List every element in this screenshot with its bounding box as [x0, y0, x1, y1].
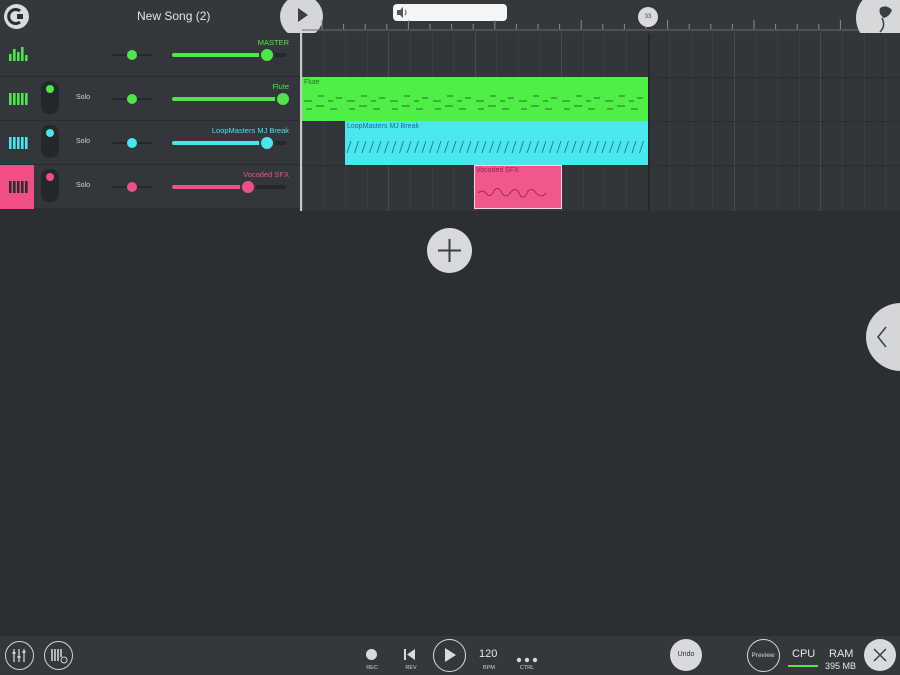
grid-line — [777, 33, 779, 211]
pan-slider[interactable] — [112, 50, 152, 60]
solo-button[interactable]: Solo — [76, 94, 90, 101]
grid-line — [842, 33, 843, 211]
solo-button[interactable]: Solo — [76, 182, 90, 189]
lane-divider — [302, 165, 900, 166]
clip-label: Vocoded SFX — [476, 167, 519, 174]
bottom-bar: REC REV 120 BPM CTRL Undo Preview CPU RA… — [0, 636, 900, 675]
grid-line — [669, 33, 671, 211]
pan-slider[interactable] — [112, 94, 152, 104]
pattern-clip[interactable]: Vocoded SFX — [474, 165, 562, 209]
top-bar: New Song (2) 33 — [0, 0, 900, 46]
volume-slider[interactable] — [172, 91, 291, 107]
track-instrument-icon[interactable] — [0, 165, 34, 209]
close-button[interactable] — [864, 639, 896, 671]
side-panel-toggle[interactable] — [866, 303, 900, 371]
mute-toggle[interactable] — [41, 169, 59, 202]
cpu-label: CPU — [792, 648, 816, 660]
mute-indicator — [46, 129, 54, 137]
song-title[interactable]: New Song (2) — [137, 9, 210, 23]
volume-slider[interactable] — [172, 47, 286, 63]
grid-line — [820, 33, 822, 211]
volume-knob[interactable] — [259, 135, 275, 151]
cpu-meter — [788, 665, 818, 667]
playhead[interactable] — [300, 33, 302, 211]
rec-label: REC — [366, 665, 378, 671]
ctrl-label: CTRL — [519, 665, 535, 671]
grid-line — [755, 33, 757, 211]
more-dots-icon[interactable] — [516, 651, 538, 663]
grid-line — [302, 33, 303, 211]
record-icon[interactable] — [366, 649, 377, 660]
fl-loop-icon[interactable] — [4, 4, 29, 29]
pan-slider[interactable] — [112, 138, 152, 148]
clip-label: Flute — [304, 79, 320, 86]
grid-line — [323, 33, 325, 211]
tempo-value[interactable]: 120 — [479, 648, 497, 660]
pan-knob[interactable] — [127, 94, 137, 104]
timeline-ruler[interactable] — [302, 18, 900, 33]
pan-knob[interactable] — [127, 50, 137, 60]
rewind-icon[interactable] — [403, 648, 417, 661]
volume-slider[interactable] — [172, 179, 286, 195]
mute-indicator — [46, 173, 54, 181]
grid-line — [712, 33, 714, 211]
track-header[interactable]: Solo Vocoded SFX — [0, 165, 300, 209]
solo-button[interactable]: Solo — [76, 138, 90, 145]
volume-fill — [172, 53, 267, 57]
pattern-clip[interactable]: Flute — [302, 77, 648, 121]
app-window: New Song (2) 33 MASTER Solo Flute Solo LoopM… — [0, 0, 900, 675]
plus-icon — [438, 239, 461, 262]
track-header[interactable]: Solo Flute — [0, 77, 300, 121]
preview-label: Preview — [751, 652, 775, 659]
track-instrument-icon[interactable] — [0, 121, 34, 165]
undo-label: Undo — [677, 651, 695, 658]
pan-slider[interactable] — [112, 182, 152, 192]
chevron-left-icon — [877, 326, 887, 348]
pattern-clip[interactable]: LoopMasters MJ Break — [345, 121, 648, 165]
song-position-marker[interactable]: 33 — [638, 7, 658, 27]
playlist-area[interactable]: Flute LoopMasters MJ Break Vocoded SFX — [302, 33, 900, 211]
volume-knob[interactable] — [240, 179, 256, 195]
track-name[interactable]: MASTER — [258, 38, 289, 47]
volume-slider[interactable] — [172, 135, 286, 151]
track-instrument-icon[interactable] — [0, 33, 34, 77]
mute-indicator — [46, 85, 54, 93]
add-track-button[interactable] — [427, 228, 472, 273]
volume-knob[interactable] — [259, 47, 275, 63]
grid-line — [863, 33, 865, 211]
rev-label: REV — [405, 665, 417, 671]
undo-button[interactable]: Undo — [670, 639, 702, 671]
close-icon — [873, 648, 887, 662]
track-name[interactable]: Vocoded SFX — [243, 170, 289, 179]
clip-label: LoopMasters MJ Break — [347, 123, 419, 130]
track-name[interactable]: LoopMasters MJ Break — [212, 126, 289, 135]
song-end-marker — [648, 33, 650, 211]
master-track[interactable]: MASTER — [0, 33, 300, 77]
bpm-label: BPM — [483, 665, 495, 671]
volume-fill — [172, 97, 283, 101]
mute-toggle[interactable] — [41, 125, 59, 158]
ram-value: 395 MB — [825, 661, 857, 671]
play-button[interactable] — [433, 639, 466, 672]
mixer-icon[interactable] — [5, 641, 34, 670]
volume-fill — [172, 185, 248, 189]
track-instrument-icon[interactable] — [0, 77, 34, 121]
volume-fill — [172, 141, 267, 145]
grid-line — [798, 33, 800, 211]
grid-line — [885, 33, 887, 211]
pan-knob[interactable] — [127, 138, 137, 148]
ram-label: RAM — [829, 648, 854, 660]
play-icon — [445, 648, 456, 662]
volume-knob[interactable] — [275, 91, 291, 107]
channel-rack-icon[interactable] — [44, 641, 73, 670]
grid-line — [690, 33, 692, 211]
grid-line — [734, 33, 735, 211]
track-name[interactable]: Flute — [272, 82, 289, 91]
pan-knob[interactable] — [127, 182, 137, 192]
mute-toggle[interactable] — [41, 81, 59, 114]
track-header[interactable]: Solo LoopMasters MJ Break — [0, 121, 300, 165]
preview-button[interactable]: Preview — [747, 639, 780, 672]
